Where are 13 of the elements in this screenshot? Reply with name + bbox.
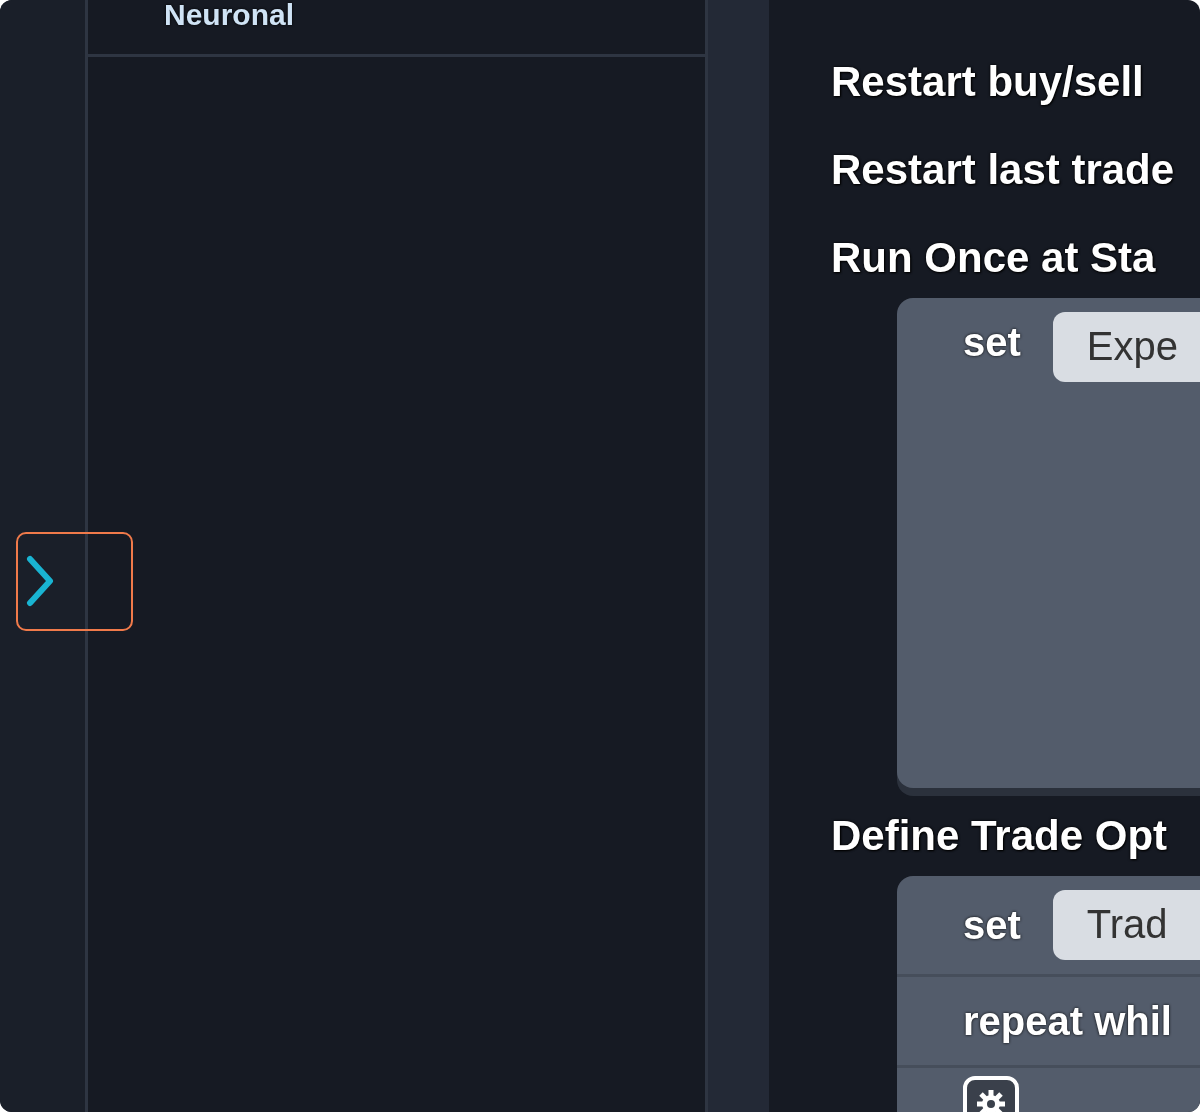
chevron-right-icon	[26, 555, 54, 607]
variable-dropdown[interactable]: Trad	[1052, 890, 1200, 960]
event-label: Restart buy/sell	[831, 57, 1145, 107]
variable-dropdown[interactable]: Expe	[1052, 312, 1200, 382]
category-label[interactable]: Neuronal	[164, 0, 295, 31]
code-block[interactable]: set Trad repeat whil	[897, 876, 1200, 1112]
event-label: Run Once at Sta	[831, 233, 1157, 283]
event-label: Restart last trade	[831, 145, 1176, 195]
block-keyword: repeat whil	[963, 998, 1172, 1045]
block-keyword: set	[963, 319, 1021, 366]
block-keyword: set	[963, 902, 1021, 949]
event-label: Define Trade Opt	[831, 811, 1169, 861]
expand-toggle[interactable]	[16, 531, 133, 631]
